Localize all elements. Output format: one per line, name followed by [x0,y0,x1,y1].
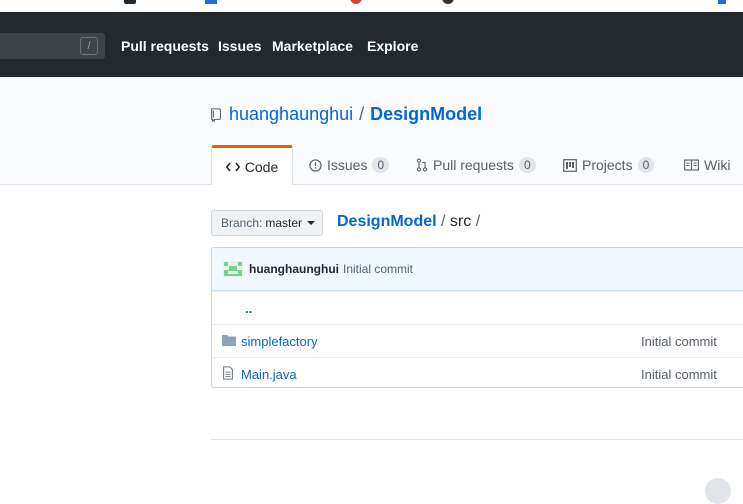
bookmark-icon[interactable] [350,0,362,6]
file-name-link[interactable]: Main.java [241,367,297,382]
branch-select-button[interactable]: Branch: master [211,210,323,236]
commit-message-link[interactable]: Initial commit [343,262,413,276]
latest-commit-bar: huanghaunghui Initial commit [212,248,743,291]
projects-counter: 0 [637,157,655,173]
bookmark-icon[interactable] [205,0,217,6]
repo-name-link[interactable]: DesignModel [370,104,482,125]
commit-message-link[interactable]: Initial commit [641,334,717,349]
breadcrumb: DesignModel / src / [337,213,480,231]
branch-name: master [265,216,303,230]
divider [211,439,743,440]
repo-head: huanghaunghui / DesignModel Code Issues … [0,77,743,185]
file-name-link[interactable]: simplefactory [241,334,318,349]
tab-label: Projects [582,157,633,173]
breadcrumb-separator: / [441,213,446,230]
tab-issues[interactable]: Issues 0 [309,145,390,185]
tab-label: Code [244,158,279,175]
bookmark-icon[interactable] [123,0,137,6]
issues-counter: 0 [372,157,390,173]
bookmark-icon[interactable] [442,0,454,6]
tab-label: Issues [327,157,368,173]
branch-label: Branch: [221,216,263,230]
table-row: simplefactory Initial commit [212,324,743,357]
pull-request-icon [416,158,428,172]
code-icon [225,162,240,171]
search-input[interactable]: / [0,33,105,59]
table-row: .. [212,291,743,324]
nav-issues[interactable]: Issues [218,38,262,54]
commit-author-link[interactable]: huanghaunghui [249,262,339,276]
folder-icon [222,335,236,346]
bookmarks-bar [0,0,743,12]
repo-icon [211,107,221,122]
tab-code[interactable]: Code [211,145,293,185]
tab-label: Pull requests [433,157,514,173]
breadcrumb-root-link[interactable]: DesignModel [337,213,437,230]
tab-projects[interactable]: Projects 0 [563,145,655,185]
project-icon [563,158,577,172]
avatar[interactable] [223,261,243,277]
tab-pull-requests[interactable]: Pull requests 0 [416,145,536,185]
nav-explore[interactable]: Explore [367,38,418,54]
table-row: Main.java Initial commit [212,357,743,387]
issue-icon [309,158,322,172]
bookmark-icon[interactable] [716,0,728,6]
search-shortcut-key: / [80,37,98,55]
chevron-down-icon [307,221,316,225]
repo-owner-link[interactable]: huanghaunghui [229,104,353,125]
file-list: huanghaunghui Initial commit .. simplefa… [211,247,743,388]
book-icon [684,159,699,171]
scroll-to-top-button[interactable] [705,478,731,504]
file-icon [223,366,233,380]
tab-wiki[interactable]: Wiki [684,145,730,185]
breadcrumb-separator: / [475,213,481,230]
commit-message-link[interactable]: Initial commit [641,367,717,382]
pull-requests-counter: 0 [518,157,536,173]
tab-label: Wiki [704,157,731,173]
nav-pull-requests[interactable]: Pull requests [121,38,209,54]
breadcrumb-current: src [449,213,472,230]
site-header: / Pull requests Issues Marketplace Explo… [0,12,743,77]
repo-title: huanghaunghui / DesignModel [210,104,482,125]
repo-title-separator: / [359,104,365,124]
parent-directory-link[interactable]: .. [245,301,252,316]
nav-marketplace[interactable]: Marketplace [272,38,353,54]
